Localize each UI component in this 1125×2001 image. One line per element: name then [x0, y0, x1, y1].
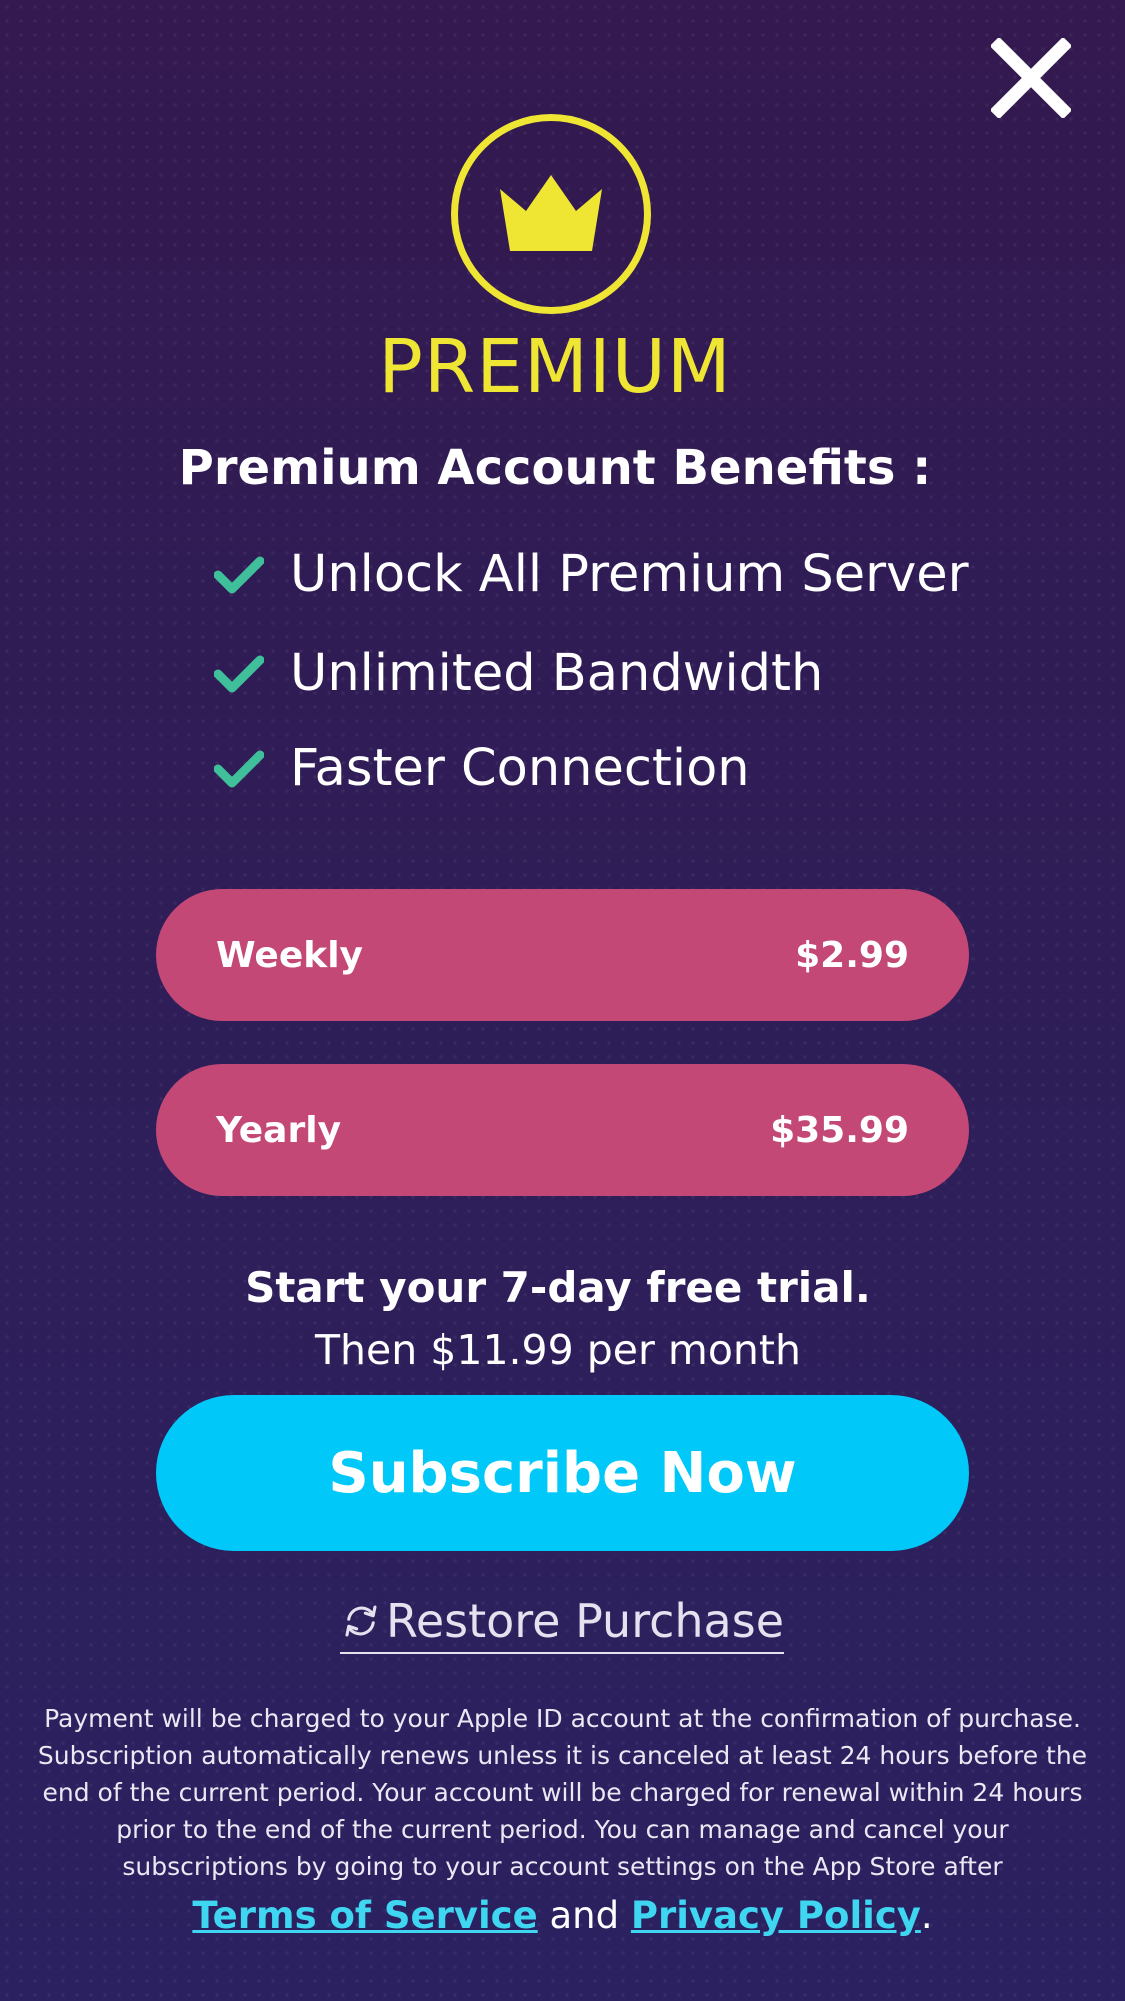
- trial-subtitle: Then $11.99 per month: [315, 1326, 801, 1374]
- checkmark-icon: [214, 655, 264, 693]
- premium-badge: [451, 114, 651, 314]
- benefit-label: Unlimited Bandwidth: [290, 644, 824, 703]
- checkmark-icon: [214, 750, 264, 788]
- close-button[interactable]: [989, 36, 1073, 120]
- plan-name: Yearly: [216, 1109, 342, 1151]
- subscribe-button[interactable]: Subscribe Now: [156, 1395, 969, 1551]
- benefit-item: Faster Connection: [214, 734, 750, 804]
- terms-of-service-link[interactable]: Terms of Service: [192, 1894, 537, 1937]
- trial-title: Start your 7-day free trial.: [245, 1263, 871, 1312]
- privacy-policy-link[interactable]: Privacy Policy: [631, 1894, 921, 1937]
- legal-links: Terms of Service and Privacy Policy.: [0, 1888, 1125, 1944]
- plan-price: $2.99: [795, 934, 909, 976]
- premium-title: PREMIUM: [378, 324, 732, 410]
- benefit-item: Unlock All Premium Server: [214, 540, 969, 610]
- plan-price: $35.99: [770, 1109, 909, 1151]
- plan-weekly-button[interactable]: Weekly $2.99: [156, 889, 969, 1021]
- plan-yearly-button[interactable]: Yearly $35.99: [156, 1064, 969, 1196]
- restore-purchase-label: Restore Purchase: [385, 1594, 784, 1648]
- benefit-item: Unlimited Bandwidth: [214, 639, 823, 709]
- plan-name: Weekly: [216, 934, 364, 976]
- close-icon: [989, 36, 1073, 120]
- checkmark-icon: [214, 556, 264, 594]
- legal-disclaimer: Payment will be charged to your Apple ID…: [37, 1704, 1088, 1881]
- benefits-heading: Premium Account Benefits :: [178, 440, 932, 496]
- links-end-punct: .: [920, 1894, 933, 1937]
- links-and-text: and: [549, 1894, 620, 1937]
- restore-purchase-link[interactable]: Restore Purchase: [340, 1590, 784, 1654]
- benefit-label: Faster Connection: [290, 739, 750, 798]
- crown-icon: [500, 175, 602, 251]
- benefit-label: Unlock All Premium Server: [290, 545, 969, 604]
- refresh-icon: [345, 1605, 377, 1637]
